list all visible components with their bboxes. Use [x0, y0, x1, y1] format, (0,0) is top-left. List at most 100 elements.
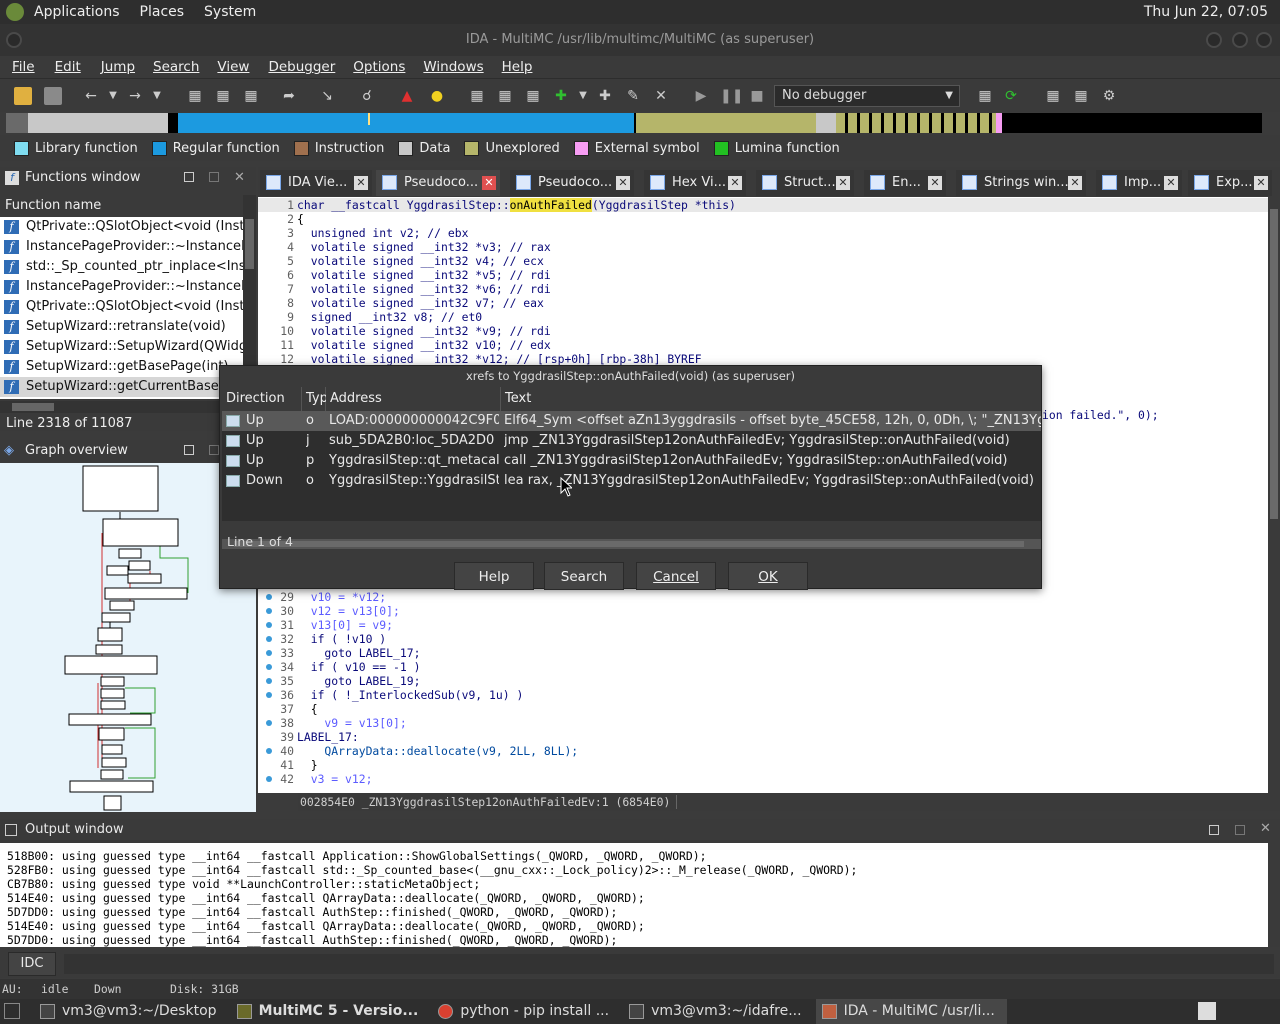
code-line[interactable]: 42 v3 = v12;	[258, 772, 372, 786]
maximize-icon[interactable]	[1232, 32, 1248, 48]
xref-row[interactable]: Down o YggdrasilStep::YggdrasilSt... lea…	[222, 471, 1041, 491]
xref-row[interactable]: Up p YggdrasilStep::qt_metacall... call …	[222, 451, 1041, 471]
panel-restore-icon[interactable]	[184, 172, 194, 182]
xrefs-hscroll-thumb[interactable]	[234, 541, 1024, 547]
code-line[interactable]: 7 volatile signed __int32 *v6; // rdi	[258, 282, 551, 296]
proximity-icon[interactable]: ▦	[496, 87, 514, 105]
function-item[interactable]: fQtPrivate::QSlotObject<void (Instanc	[0, 297, 243, 317]
breakpoint-dot-icon[interactable]	[266, 650, 272, 656]
panel-close-icon[interactable]: ✕	[234, 167, 245, 189]
open-icon[interactable]	[14, 87, 32, 105]
task-terminal-desktop[interactable]: vm3@vm3:~/Desktop	[34, 999, 217, 1024]
column-type[interactable]: Typ	[302, 387, 328, 411]
distro-logo-icon[interactable]	[6, 3, 24, 21]
panel-restore-icon[interactable]	[1209, 825, 1219, 835]
code-line[interactable]: 5 volatile signed __int32 v4; // ecx	[258, 254, 544, 268]
tab-structures[interactable]: Struct... ✕	[756, 170, 854, 196]
debugger-select[interactable]: No debugger ▼	[774, 85, 960, 107]
forward-icon[interactable]: →	[126, 87, 144, 105]
menu-windows[interactable]: Windows	[423, 59, 483, 75]
code-line[interactable]: 30 v12 = v13[0];	[258, 604, 400, 618]
code-line[interactable]: 32 if ( !v10 )	[258, 632, 386, 646]
functions-hscroll-thumb[interactable]	[12, 403, 54, 411]
function-item-selected[interactable]: f SetupWizard::getCurrentBasePag	[0, 377, 243, 397]
xref-row[interactable]: Up j sub_5DA2B0:loc_5DA2D0 jmp _ZN13Yggd…	[222, 431, 1041, 451]
menu-view[interactable]: View	[217, 59, 249, 75]
tab-imports[interactable]: Imp... ✕	[1096, 170, 1182, 196]
menu-debugger[interactable]: Debugger	[268, 59, 335, 75]
string-icon[interactable]: ➦	[280, 87, 298, 105]
function-item[interactable]: f std::_Sp_counted_ptr_inplace<Instan	[0, 257, 243, 277]
plugins-icon[interactable]: ⚙	[1100, 87, 1118, 105]
xrefs-dialog-title[interactable]: xrefs to YggdrasilStep::onAuthFailed(voi…	[220, 366, 1041, 386]
tab-close-icon[interactable]: ✕	[836, 176, 850, 190]
code-vscrollbar[interactable]	[1268, 197, 1280, 811]
panel-restore-icon[interactable]	[184, 445, 194, 455]
functions-scroll-thumb[interactable]	[245, 219, 254, 269]
tab-pseudocode[interactable]: Pseudoco... ✕	[510, 170, 634, 196]
help-button[interactable]: Help	[454, 562, 534, 590]
idc-button[interactable]: IDC	[8, 952, 56, 976]
code-line[interactable]: 34 if ( v10 == -1 )	[258, 660, 420, 674]
menu-search[interactable]: Search	[153, 59, 199, 75]
function-item[interactable]: f SetupWizard::retranslate(void)	[0, 317, 243, 337]
show-desktop-icon[interactable]	[4, 1003, 20, 1019]
refresh-icon[interactable]: ⟳	[1002, 87, 1020, 105]
back-icon[interactable]: ←	[82, 87, 100, 105]
graph-overview[interactable]	[0, 463, 256, 812]
undefine-icon[interactable]: ▦	[242, 87, 260, 105]
task-ida-active[interactable]: IDA - MultiMC /usr/li...	[815, 999, 1007, 1024]
tab-close-icon[interactable]: ✕	[928, 176, 942, 190]
applications-menu[interactable]: Applications	[34, 4, 120, 20]
column-address[interactable]: Address	[326, 387, 501, 411]
tab-close-icon[interactable]: ✕	[1254, 176, 1268, 190]
code-line[interactable]: 6 volatile signed __int32 *v5; // rdi	[258, 268, 551, 282]
code-line[interactable]: 8 volatile signed __int32 v7; // eax	[258, 296, 544, 310]
panel-float-icon[interactable]	[209, 172, 219, 182]
code-vscroll-thumb[interactable]	[1270, 209, 1278, 519]
function-name-column-header[interactable]: Function name	[0, 195, 243, 217]
code-line[interactable]: 39 LABEL_17:	[258, 730, 358, 744]
patch-icon[interactable]: ✚	[596, 87, 614, 105]
menu-edit[interactable]: Edit	[55, 59, 81, 75]
breakpoint-dot-icon[interactable]	[266, 608, 272, 614]
breakpoint-dot-icon[interactable]	[266, 636, 272, 642]
xref-row-selected[interactable]: Up o LOAD:000000000042C9F0 Elf64_Sym <of…	[222, 411, 1041, 431]
add-dropdown-icon[interactable]: ▼	[574, 87, 592, 105]
ok-button[interactable]: OK	[728, 562, 808, 590]
code-line[interactable]: 37 {	[258, 702, 317, 716]
idc-input[interactable]	[64, 954, 1274, 974]
task-browser[interactable]: python - pip install ...	[432, 999, 609, 1024]
panel-float-icon[interactable]	[1235, 825, 1245, 835]
tab-close-icon[interactable]: ✕	[616, 176, 630, 190]
tab-strings[interactable]: Strings win... ✕	[956, 170, 1086, 196]
close-icon[interactable]	[1256, 32, 1272, 48]
navigation-band[interactable]	[6, 113, 1262, 133]
breakpoint-dot-icon[interactable]	[266, 664, 272, 670]
tracing-icon[interactable]: ▦	[1072, 87, 1090, 105]
menu-jump[interactable]: Jump	[101, 59, 135, 75]
breakpoints-icon[interactable]: ▦	[1044, 87, 1062, 105]
system-menu[interactable]: System	[204, 4, 256, 20]
code-line[interactable]: 29 v10 = *v12;	[258, 590, 386, 604]
minimize-icon[interactable]	[1206, 32, 1222, 48]
tab-hex-view[interactable]: Hex Vi... ✕	[644, 170, 746, 196]
code-line[interactable]: 3 unsigned int v2; // ebx	[258, 226, 468, 240]
breakpoint-dot-icon[interactable]	[266, 622, 272, 628]
code-line[interactable]: 11 volatile signed __int32 v10; // edx	[258, 338, 550, 352]
run-icon[interactable]: ▶	[692, 87, 710, 105]
output-vscrollbar[interactable]	[1268, 843, 1280, 947]
search-icon[interactable]: ☌	[358, 87, 376, 105]
output-log[interactable]: 518B00: using guessed type __int64 __fas…	[0, 843, 1268, 947]
code-line[interactable]: 41 }	[258, 758, 317, 772]
back-dropdown-icon[interactable]: ▼	[104, 87, 122, 105]
tab-enums[interactable]: En... ✕	[864, 170, 946, 196]
code-line[interactable]: 38 v9 = v13[0];	[258, 716, 406, 730]
tab-close-icon[interactable]: ✕	[482, 176, 496, 190]
code-line[interactable]: 2{	[258, 212, 304, 226]
menu-file[interactable]: File	[12, 59, 35, 75]
tab-ida-view[interactable]: IDA Vie... ✕	[260, 170, 372, 196]
attach-icon[interactable]: ▦	[976, 87, 994, 105]
breakpoint-dot-icon[interactable]	[266, 692, 272, 698]
breakpoint-dot-icon[interactable]	[266, 776, 272, 782]
